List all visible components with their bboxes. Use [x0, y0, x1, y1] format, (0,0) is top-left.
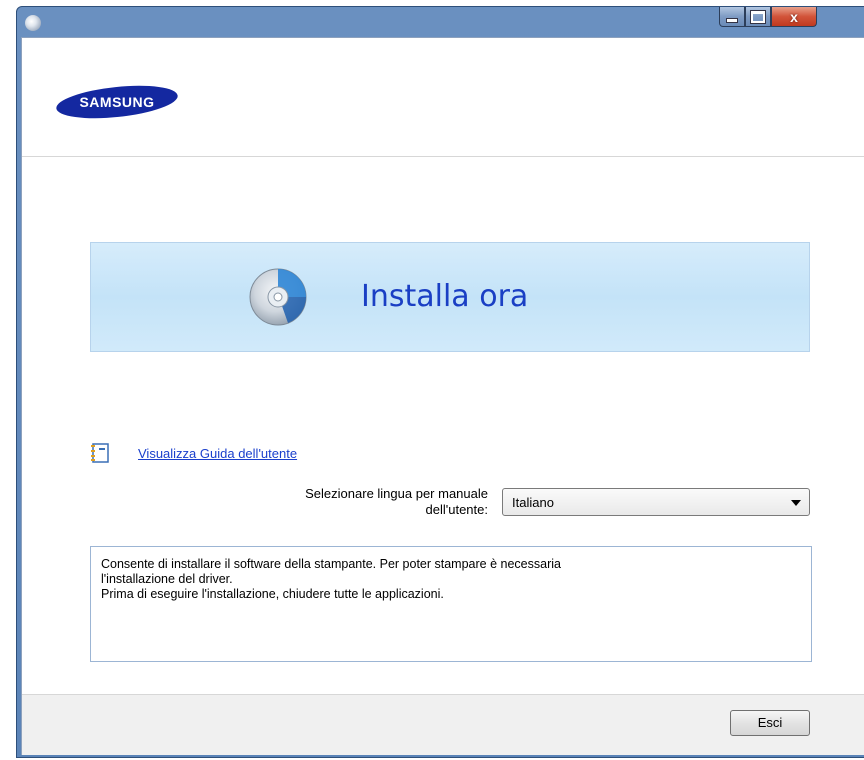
user-guide-icon: [91, 443, 109, 463]
samsung-logo: SAMSUNG: [55, 85, 179, 119]
description-line1: Consente di installare il software della…: [101, 557, 561, 571]
language-selected-value: Italiano: [512, 495, 554, 510]
cd-disc-icon: [249, 268, 307, 326]
footer-bar: Esci: [22, 694, 864, 755]
install-now-button[interactable]: Installa ora: [90, 242, 810, 352]
window-content: SAMSUNG Installa ora Visualizza Guida de…: [21, 37, 864, 755]
installer-window: x SAMSUNG Installa ora Visualizza Guida …: [16, 6, 864, 758]
language-label: Selezionare lingua per manuale dell'uten…: [242, 486, 488, 518]
description-box: Consente di installare il software della…: [90, 546, 812, 662]
close-button[interactable]: x: [771, 7, 817, 27]
title-bar[interactable]: x: [17, 7, 864, 37]
description-line3: Prima di eseguire l'installazione, chiud…: [101, 587, 444, 601]
close-icon: x: [790, 8, 798, 25]
exit-button[interactable]: Esci: [730, 710, 810, 736]
user-guide-link[interactable]: Visualizza Guida dell'utente: [138, 446, 297, 461]
maximize-icon: [750, 9, 766, 24]
description-line2: l'installazione del driver.: [101, 572, 233, 586]
language-label-line2: dell'utente:: [425, 502, 488, 517]
minimize-button[interactable]: [719, 7, 745, 27]
chevron-down-icon: [791, 500, 801, 506]
header: SAMSUNG: [22, 38, 864, 157]
maximize-button[interactable]: [745, 7, 771, 27]
logo-text: SAMSUNG: [79, 94, 154, 110]
app-icon[interactable]: [25, 15, 41, 31]
language-dropdown[interactable]: Italiano: [502, 488, 810, 516]
minimize-icon: [726, 18, 738, 23]
language-label-line1: Selezionare lingua per manuale: [305, 486, 488, 501]
install-now-label: Installa ora: [361, 279, 529, 314]
